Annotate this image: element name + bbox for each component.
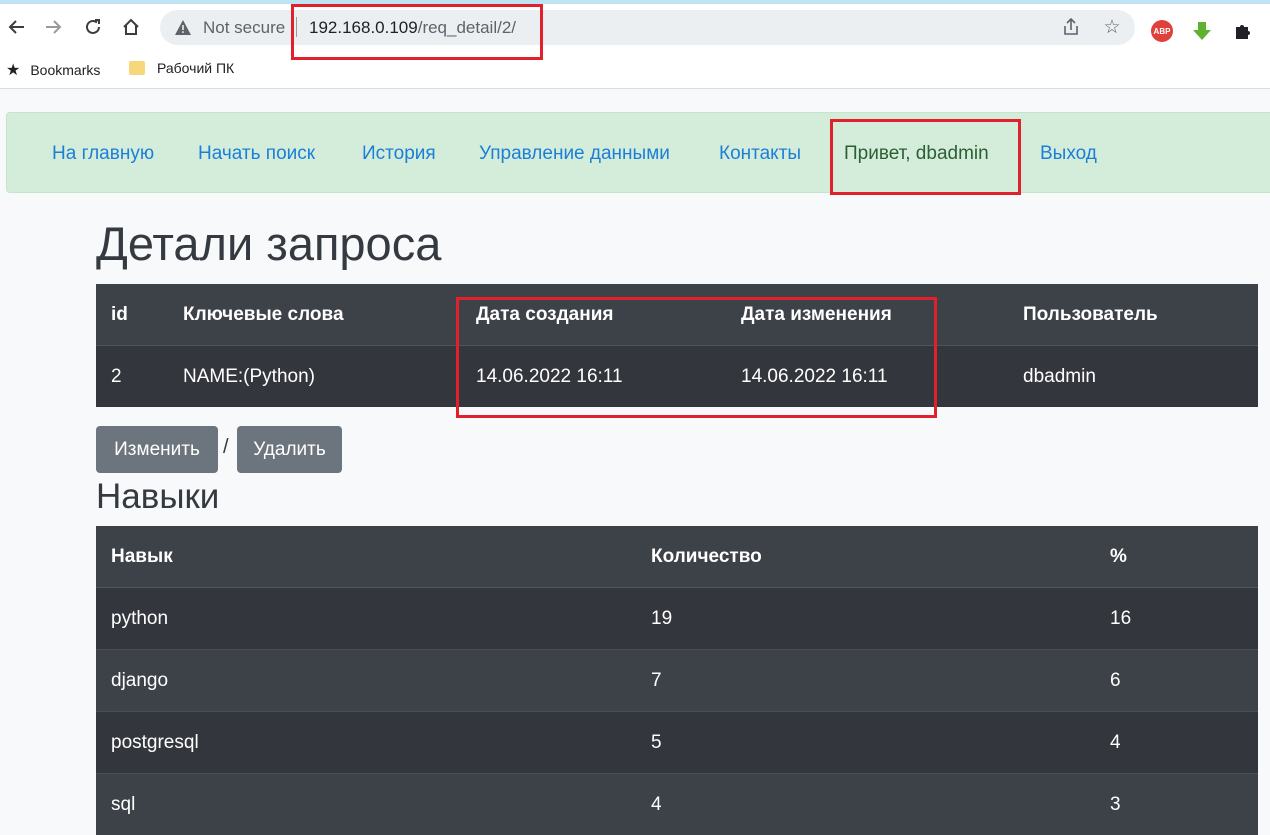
header-count: Количество (636, 526, 1095, 588)
address-bar[interactable]: Not secure 192.168.0.109/req_detail/2/ ☆ (160, 10, 1135, 45)
puzzle-icon[interactable] (1231, 19, 1255, 43)
bookmarks-bar: ★ Bookmarks Рабочий ПК (0, 52, 1270, 89)
header-percent: % (1095, 526, 1258, 588)
warning-icon (174, 19, 192, 37)
nav-logout[interactable]: Выход (1040, 143, 1097, 165)
page-title: Детали запроса (96, 214, 441, 274)
cell-percent: 3 (1095, 774, 1258, 835)
share-icon[interactable] (1060, 17, 1082, 39)
nav-history[interactable]: История (362, 143, 436, 165)
nav-search[interactable]: Начать поиск (198, 143, 315, 165)
not-secure-label: Not secure (203, 18, 285, 38)
table-row: django 7 6 (96, 650, 1258, 712)
table-row: sql 4 3 (96, 774, 1258, 835)
cell-count: 19 (636, 588, 1095, 650)
folder-icon (129, 61, 145, 75)
button-separator: / (223, 436, 229, 459)
cell-percent: 16 (1095, 588, 1258, 650)
cell-created: 14.06.2022 16:11 (461, 346, 726, 408)
table-row: python 19 16 (96, 588, 1258, 650)
bookmark-folder[interactable]: Рабочий ПК (129, 60, 234, 76)
download-extension-icon[interactable] (1190, 19, 1214, 43)
cell-count: 4 (636, 774, 1095, 835)
site-navbar: На главную Начать поиск История Управлен… (6, 112, 1270, 193)
home-icon[interactable] (114, 10, 148, 44)
reload-icon[interactable] (76, 10, 110, 44)
header-modified: Дата изменения (726, 284, 1008, 346)
nav-data-management[interactable]: Управление данными (479, 143, 670, 165)
cell-count: 7 (636, 650, 1095, 712)
header-created: Дата создания (461, 284, 726, 346)
url-host: 192.168.0.109 (309, 18, 418, 37)
url-path: /req_detail/2/ (418, 18, 516, 37)
skills-table: Навык Количество % python 19 16 django 7… (96, 526, 1258, 835)
table-row: postgresql 5 4 (96, 712, 1258, 774)
nav-home[interactable]: На главную (52, 143, 154, 165)
star-icon[interactable]: ☆ (1101, 17, 1123, 39)
edit-button[interactable]: Изменить (96, 426, 218, 473)
bookmark-folder-label: Рабочий ПК (157, 60, 234, 76)
cell-skill: python (96, 588, 636, 650)
delete-button[interactable]: Удалить (237, 426, 342, 473)
url-text[interactable]: 192.168.0.109/req_detail/2/ (309, 18, 516, 38)
header-skill: Навык (96, 526, 636, 588)
star-filled-icon: ★ (6, 60, 20, 80)
skills-heading: Навыки (96, 474, 219, 520)
header-keywords: Ключевые слова (168, 284, 461, 346)
adblock-icon[interactable]: ABP (1150, 19, 1174, 43)
table-row: 2 NAME:(Python) 14.06.2022 16:11 14.06.2… (96, 346, 1258, 408)
table-header-row: id Ключевые слова Дата создания Дата изм… (96, 284, 1258, 346)
address-separator (296, 17, 297, 37)
header-id: id (96, 284, 168, 346)
cell-skill: sql (96, 774, 636, 835)
cell-modified: 14.06.2022 16:11 (726, 346, 1008, 408)
back-icon[interactable] (0, 10, 34, 44)
request-table: id Ключевые слова Дата создания Дата изм… (96, 284, 1258, 407)
forward-icon[interactable] (36, 10, 70, 44)
cell-percent: 6 (1095, 650, 1258, 712)
cell-skill: django (96, 650, 636, 712)
cell-percent: 4 (1095, 712, 1258, 774)
bookmarks-menu[interactable]: ★ Bookmarks (6, 60, 100, 80)
cell-keywords: NAME:(Python) (168, 346, 461, 408)
browser-toolbar: Not secure 192.168.0.109/req_detail/2/ ☆… (0, 4, 1270, 52)
nav-contacts[interactable]: Контакты (719, 143, 801, 165)
cell-skill: postgresql (96, 712, 636, 774)
bookmarks-label: Bookmarks (30, 62, 100, 78)
cell-id: 2 (96, 346, 168, 408)
table-header-row: Навык Количество % (96, 526, 1258, 588)
cell-count: 5 (636, 712, 1095, 774)
abp-badge: ABP (1151, 20, 1173, 42)
cell-user: dbadmin (1008, 346, 1258, 408)
header-user: Пользователь (1008, 284, 1258, 346)
nav-greeting[interactable]: Привет, dbadmin (844, 143, 989, 165)
